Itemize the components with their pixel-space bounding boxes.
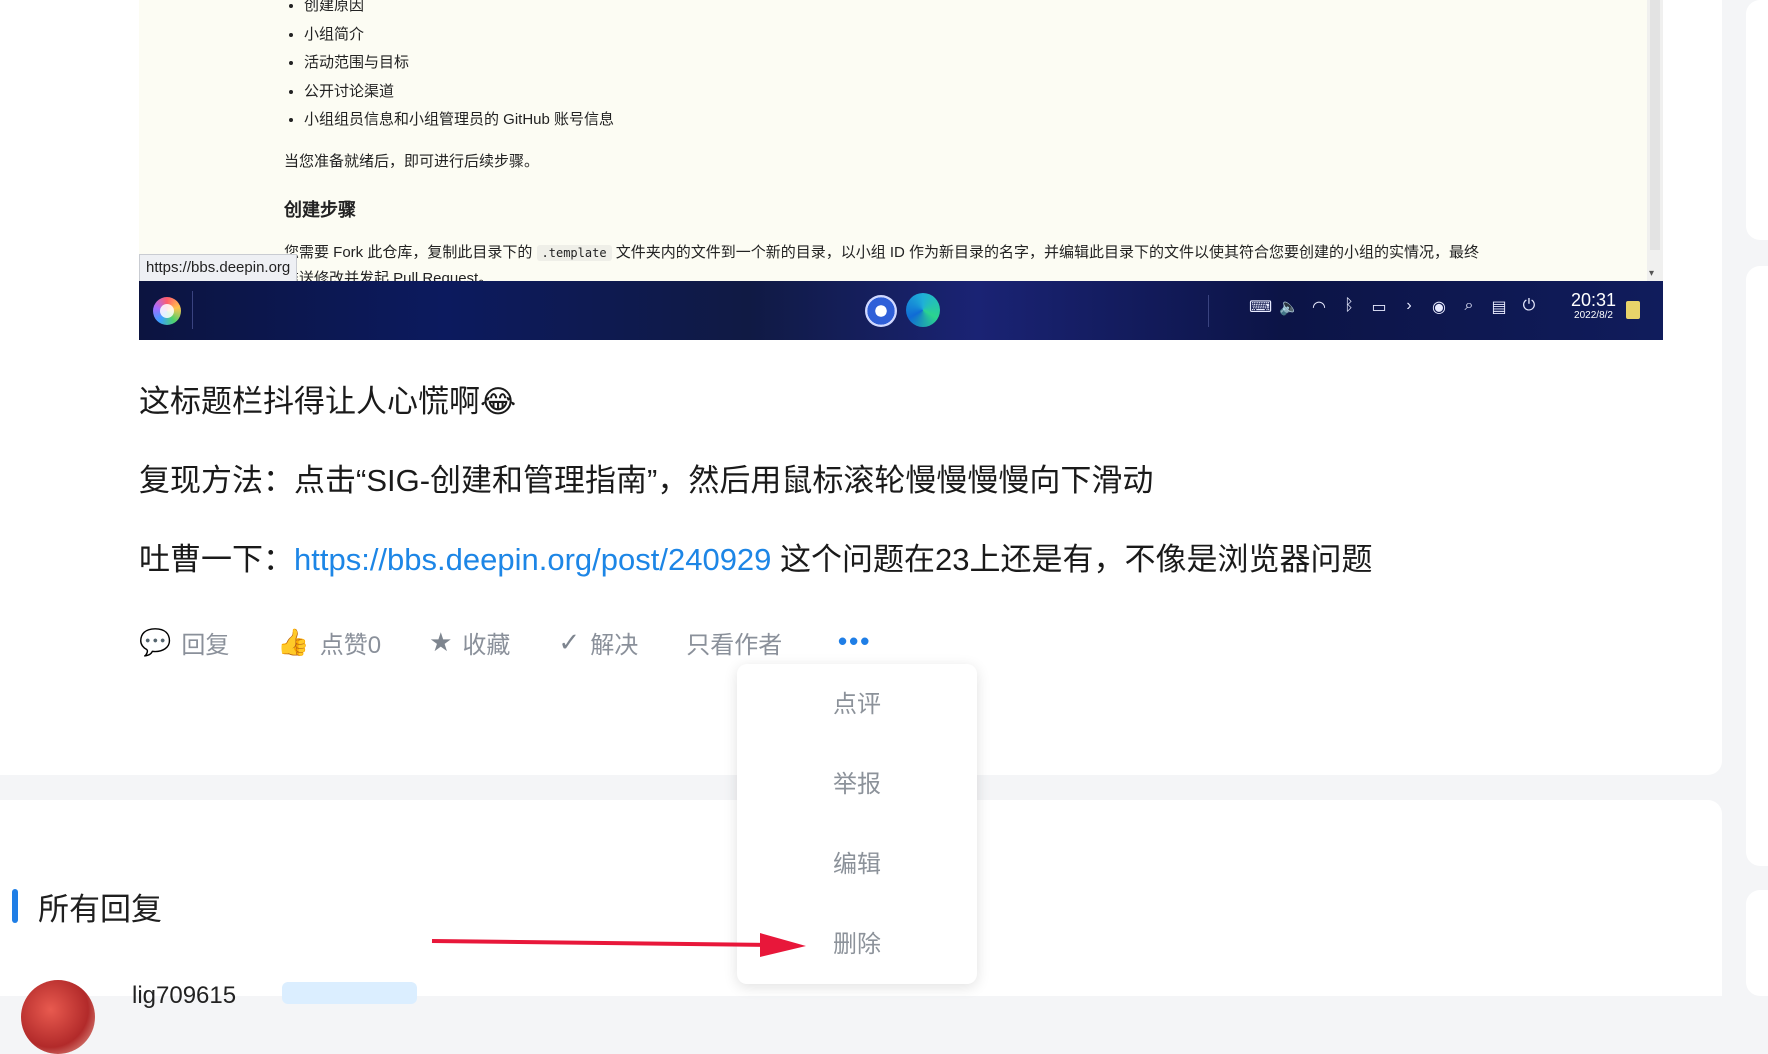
author-only-label: 只看作者: [686, 632, 783, 659]
bluetooth-icon[interactable]: ᛒ: [1339, 297, 1359, 317]
post-line: 这标题栏抖得让人心慌啊😂: [139, 384, 517, 419]
launcher-icon[interactable]: [153, 297, 181, 325]
menu-item-edit[interactable]: 编辑: [737, 844, 977, 879]
author-only-button[interactable]: 只看作者: [686, 625, 782, 660]
post-link[interactable]: https://bbs.deepin.org/post/240929: [294, 542, 771, 577]
reply-username[interactable]: lig709615: [132, 982, 236, 1010]
settings-app-icon[interactable]: [865, 295, 897, 327]
taskbar: ⌨ 🔈 ◠ ᛒ ▭ › ◉ ⌕ ▤ ⏻ 20:31 2022/8/2: [139, 281, 1663, 340]
scrollbar-thumb[interactable]: [1650, 0, 1660, 250]
doc-list-item: 公开讨论渠道: [304, 78, 614, 107]
volume-icon[interactable]: 🔈: [1279, 297, 1299, 317]
favorite-label: 收藏: [462, 632, 511, 659]
post-text: 吐曹一下：: [139, 542, 294, 577]
keyboard-icon[interactable]: ⌨: [1249, 297, 1272, 317]
clock-date: 2022/8/2: [1574, 310, 1613, 321]
star-icon: ★: [429, 627, 453, 657]
solve-label: 解决: [590, 632, 639, 659]
like-button[interactable]: 👍 点赞0: [277, 625, 381, 660]
side-panel-edge: [1746, 266, 1768, 866]
notification-icon[interactable]: ▤: [1489, 297, 1509, 317]
trash-icon[interactable]: [1626, 301, 1640, 319]
battery-icon[interactable]: ▭: [1369, 297, 1389, 317]
side-panel-edge: [1746, 890, 1768, 996]
annotation-arrow-icon: [431, 933, 806, 957]
screenshot-document: 创建原因 小组简介 活动范围与目标 公开讨论渠道 小组组员信息和小组管理员的 G…: [139, 0, 1663, 287]
solve-button[interactable]: ✓ 解决: [558, 625, 638, 660]
reply-label: 回复: [181, 632, 230, 659]
avatar[interactable]: [21, 980, 95, 1054]
embedded-screenshot[interactable]: 创建原因 小组简介 活动范围与目标 公开讨论渠道 小组组员信息和小组管理员的 G…: [139, 0, 1663, 340]
doc-text: 您需要 Fork 此仓库，复制此目录下的: [284, 244, 533, 261]
comment-icon: 💬: [139, 627, 172, 657]
favorite-button[interactable]: ★ 收藏: [429, 625, 510, 660]
wifi-icon[interactable]: ◠: [1309, 297, 1329, 317]
system-tray: ⌨ 🔈 ◠ ᛒ ▭ › ◉ ⌕ ▤ ⏻: [1249, 297, 1539, 317]
thumbs-up-icon: 👍: [277, 627, 310, 657]
like-label: 点赞0: [319, 632, 382, 659]
doc-list-item: 小组组员信息和小组管理员的 GitHub 账号信息: [304, 106, 614, 135]
taskbar-divider: [192, 291, 193, 329]
post-text: 这个问题在23上还是有，不像是浏览器问题: [771, 542, 1373, 577]
menu-item-report[interactable]: 举报: [737, 764, 977, 799]
side-panel-edge: [1746, 0, 1768, 240]
browser-app-icon[interactable]: [906, 293, 940, 327]
status-bar-url: https://bbs.deepin.org: [139, 254, 298, 282]
replies-heading: 所有回复: [38, 892, 162, 927]
menu-item-comment[interactable]: 点评: [737, 684, 977, 719]
power-icon[interactable]: ⏻: [1519, 297, 1539, 317]
reply-button[interactable]: 💬 回复: [139, 625, 229, 660]
doc-paragraph: 当您准备就绪后，即可进行后续步骤。: [284, 153, 540, 170]
taskbar-divider: [1208, 295, 1209, 327]
doc-list-item: 活动范围与目标: [304, 49, 614, 78]
section-accent-bar: [12, 889, 18, 923]
doc-list-item: 小组简介: [304, 21, 614, 50]
post-action-bar: 💬 回复 👍 点赞0 ★ 收藏 ✓ 解决 只看作者: [139, 625, 830, 660]
doc-list-item: 创建原因: [304, 0, 614, 21]
doc-scrollbar[interactable]: ▾: [1647, 0, 1663, 281]
chevron-right-icon[interactable]: ›: [1399, 297, 1419, 317]
taskbar-clock[interactable]: 20:31 2022/8/2: [1571, 290, 1616, 322]
monitor-icon[interactable]: ◉: [1429, 297, 1449, 317]
post-line: 复现方法：点击“SIG-创建和管理指南”，然后用鼠标滚轮慢慢慢慢向下滑动: [139, 463, 1154, 498]
doc-list: 创建原因 小组简介 活动范围与目标 公开讨论渠道 小组组员信息和小组管理员的 G…: [284, 0, 614, 135]
doc-code: .template: [536, 245, 612, 261]
doc-heading: 创建步骤: [284, 200, 356, 220]
post-line: 吐曹一下：https://bbs.deepin.org/post/240929 …: [139, 534, 1373, 579]
more-menu-button[interactable]: •••: [838, 626, 871, 657]
scroll-down-icon[interactable]: ▾: [1649, 268, 1654, 279]
search-icon[interactable]: ⌕: [1459, 297, 1479, 317]
user-badge: [282, 982, 417, 1004]
clock-time: 20:31: [1571, 290, 1617, 310]
check-icon: ✓: [558, 627, 581, 657]
